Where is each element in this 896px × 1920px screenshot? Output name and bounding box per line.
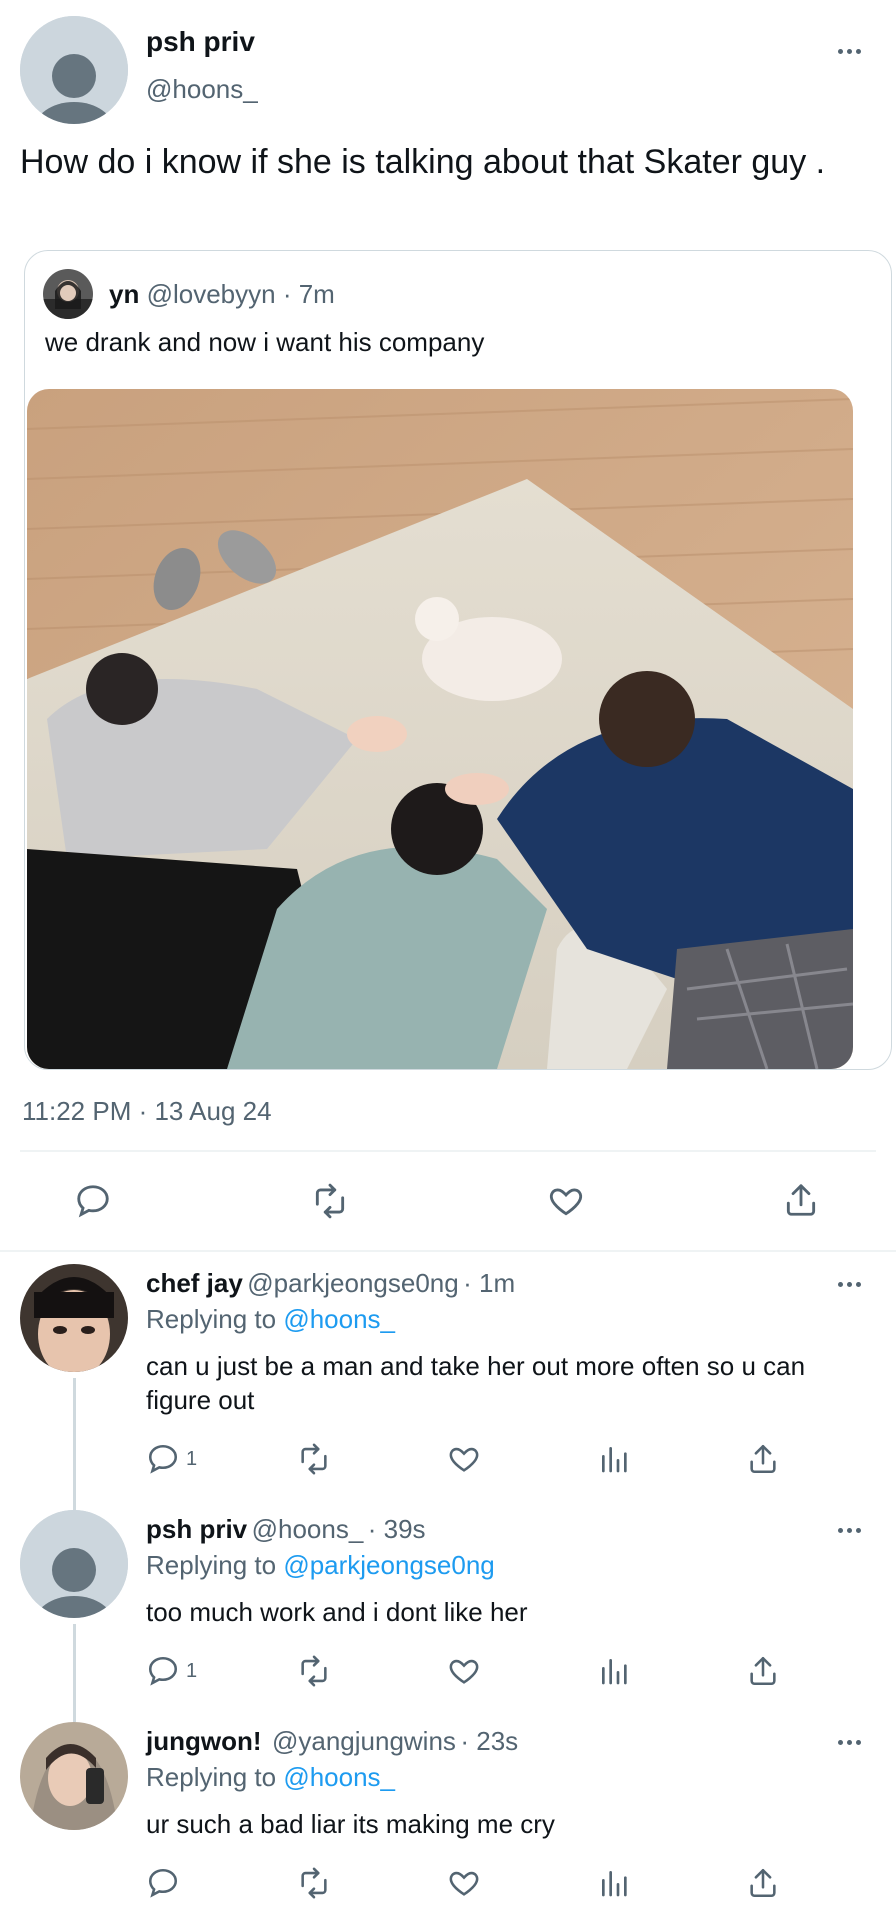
retweet-icon[interactable] [296,1654,332,1688]
share-icon[interactable] [782,1180,820,1220]
retweet-icon[interactable] [310,1182,350,1220]
thread-line [73,1624,76,1722]
main-tweet-timestamp: 11:22 PM · 13 Aug 24 [22,1096,272,1126]
more-icon[interactable] [838,49,861,54]
main-author-handle[interactable]: @hoons_ [146,74,258,105]
reply-count: 1 [186,1447,198,1470]
quoted-author-avatar[interactable] [43,269,93,319]
reply-author-name[interactable]: chef jay [146,1268,243,1298]
replying-to-label: Replying to [146,1762,277,1792]
reply-author-name[interactable]: jungwon! [146,1726,262,1756]
more-icon[interactable] [838,1740,861,1745]
main-tweet-text: How do i know if she is talking about th… [20,143,826,181]
like-icon[interactable] [446,1654,482,1688]
reply-text: too much work and i dont like her [146,1597,528,1627]
replying-to-link[interactable]: @hoons_ [283,1762,395,1792]
reply-button[interactable] [146,1866,186,1900]
reply-icon [146,1442,180,1476]
thread-line [73,1378,76,1510]
main-author-name[interactable]: psh priv [146,26,255,58]
share-icon[interactable] [746,1866,780,1900]
reply-avatar[interactable] [20,1264,128,1372]
share-icon[interactable] [746,1442,780,1476]
quoted-tweet-photo[interactable] [27,389,853,1069]
more-icon[interactable] [838,1282,861,1287]
reply-icon[interactable] [74,1182,112,1220]
quoted-author-name[interactable]: yn [109,279,139,309]
section-divider [0,1250,896,1252]
reply-time: · 1m [463,1268,516,1298]
reply-author-name[interactable]: psh priv [146,1514,247,1544]
replying-to-link[interactable]: @hoons_ [283,1304,395,1334]
more-icon[interactable] [838,1528,861,1533]
share-icon[interactable] [746,1654,780,1688]
like-icon[interactable] [546,1182,586,1220]
reply-time: · 39s [367,1514,426,1544]
reply-text: can u just be a man and take her out mor… [146,1351,806,1415]
quoted-tweet-time: · 7m [282,279,335,309]
main-author-avatar[interactable] [20,16,128,124]
quoted-author-handle[interactable]: @lovebyyn [147,279,276,309]
divider [20,1150,876,1152]
reply-author-handle[interactable]: @yangjungwins [272,1726,456,1756]
like-icon[interactable] [446,1866,482,1900]
retweet-icon[interactable] [296,1442,332,1476]
reply-button[interactable]: 1 [146,1654,197,1688]
quoted-tweet-text: we drank and now i want his company [45,327,485,357]
reply-text: ur such a bad liar its making me cry [146,1809,555,1839]
reply-icon [146,1654,180,1688]
replying-to-label: Replying to [146,1304,277,1334]
reply-button[interactable]: 1 [146,1442,197,1476]
reply-icon [146,1866,180,1900]
replying-to-link[interactable]: @parkjeongse0ng [283,1550,494,1580]
quoted-tweet-card[interactable]: yn @lovebyyn · 7m we drank and now i wan… [24,250,892,1070]
reply-count: 1 [186,1659,198,1682]
reply-avatar[interactable] [20,1722,128,1830]
reply-time: · 23s [460,1726,519,1756]
replying-to-label: Replying to [146,1550,277,1580]
views-icon[interactable] [598,1654,630,1688]
views-icon[interactable] [598,1866,630,1900]
reply-avatar[interactable] [20,1510,128,1618]
retweet-icon[interactable] [296,1866,332,1900]
like-icon[interactable] [446,1442,482,1476]
views-icon[interactable] [598,1442,630,1476]
reply-author-handle[interactable]: @parkjeongse0ng [247,1268,458,1298]
reply-author-handle[interactable]: @hoons_ [252,1514,364,1544]
